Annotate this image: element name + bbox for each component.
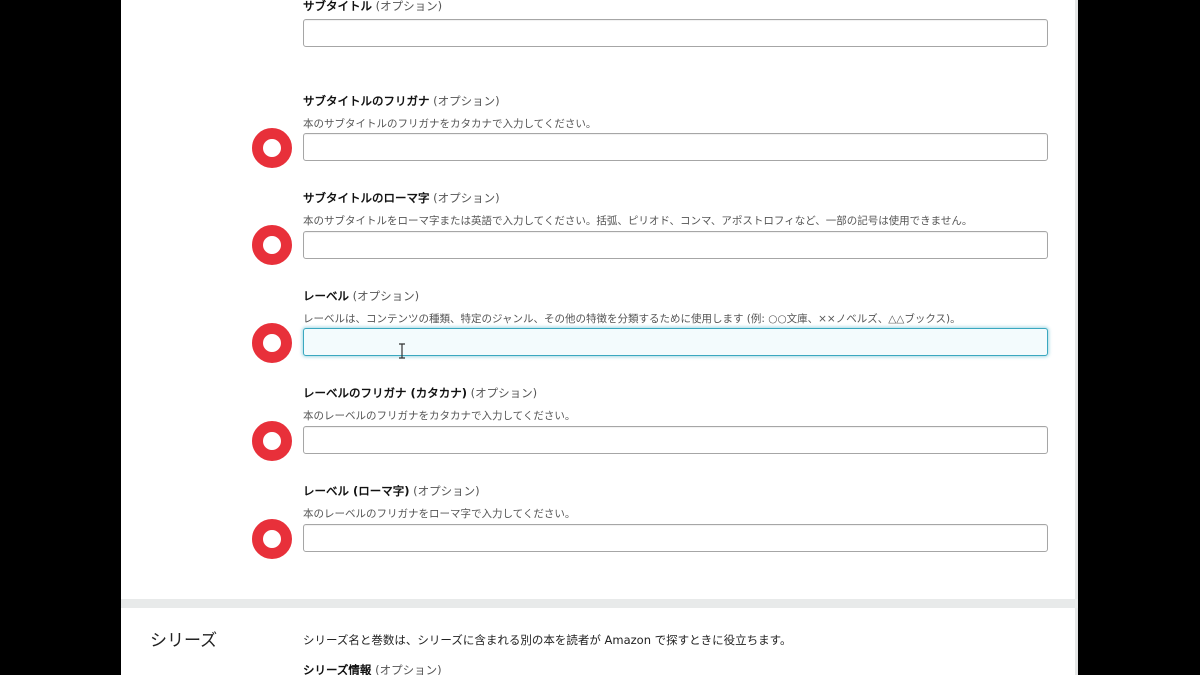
annotation-marker [252,421,292,461]
label-romaji-field: レーベル (ローマ字) (オプション) 本のレーベルのフリガナをローマ字で入力し… [303,483,1053,521]
subtitle-furigana-input[interactable] [303,133,1048,161]
subtitle-furigana-label: サブタイトルのフリガナ (オプション) [303,94,500,108]
page-edge [1075,0,1078,675]
annotation-marker [252,128,292,168]
label-input[interactable] [303,328,1048,356]
subtitle-input[interactable] [303,19,1048,47]
kdp-form-page: サブタイトル (オプション) サブタイトルのフリガナ (オプション) 本のサブタ… [121,0,1078,675]
label-field: レーベル (オプション) レーベルは、コンテンツの種類、特定のジャンル、その他の… [303,288,1053,326]
label-furigana-label: レーベルのフリガナ (カタカナ) (オプション) [303,386,538,400]
series-section-description: シリーズ名と巻数は、シリーズに含まれる別の本を読者が Amazon で探すときに… [303,633,792,647]
label-romaji-label: レーベル (ローマ字) (オプション) [303,484,480,498]
subtitle-romaji-label: サブタイトルのローマ字 (オプション) [303,191,500,205]
subtitle-romaji-field: サブタイトルのローマ字 (オプション) 本のサブタイトルをローマ字または英語で入… [303,190,1053,228]
label-romaji-help: 本のレーベルのフリガナをローマ字で入力してください。 [303,508,576,520]
label-furigana-help: 本のレーベルのフリガナをカタカナで入力してください。 [303,410,576,422]
label-help: レーベルは、コンテンツの種類、特定のジャンル、その他の特徴を分類するために使用し… [303,313,961,325]
text-cursor-icon [399,343,405,359]
label-furigana-field: レーベルのフリガナ (カタカナ) (オプション) 本のレーベルのフリガナをカタカ… [303,385,1053,423]
subtitle-label: サブタイトル (オプション) [303,0,443,13]
label-label: レーベル (オプション) [303,289,420,303]
annotation-marker [252,519,292,559]
section-divider [121,599,1078,608]
subtitle-field: サブタイトル (オプション) [303,0,1053,14]
annotation-marker [252,323,292,363]
annotation-marker [252,225,292,265]
series-section-title: シリーズ [150,631,218,651]
series-info-label: シリーズ情報 (オプション) [303,663,442,675]
subtitle-furigana-help: 本のサブタイトルのフリガナをカタカナで入力してください。 [303,118,597,130]
label-romaji-input[interactable] [303,524,1048,552]
label-furigana-input[interactable] [303,426,1048,454]
subtitle-romaji-help: 本のサブタイトルをローマ字または英語で入力してください。括弧、ピリオド、コンマ、… [303,215,973,227]
subtitle-furigana-field: サブタイトルのフリガナ (オプション) 本のサブタイトルのフリガナをカタカナで入… [303,93,1053,131]
subtitle-romaji-input[interactable] [303,231,1048,259]
